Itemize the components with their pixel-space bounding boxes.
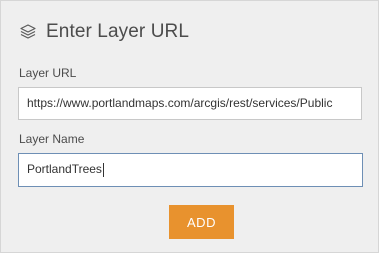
- add-button[interactable]: ADD: [169, 205, 234, 239]
- layer-name-value: PortlandTrees: [27, 162, 102, 176]
- layer-url-label: Layer URL: [19, 66, 77, 80]
- panel-header: Enter Layer URL: [19, 19, 189, 45]
- layer-url-input[interactable]: https://www.portlandmaps.com/arcgis/rest…: [18, 87, 362, 120]
- add-layer-panel: Enter Layer URL Layer URL https://www.po…: [0, 0, 379, 253]
- layer-name-label: Layer Name: [19, 132, 85, 146]
- layer-url-value: https://www.portlandmaps.com/arcgis/rest…: [27, 96, 333, 110]
- layer-name-input[interactable]: PortlandTrees: [18, 153, 363, 187]
- text-caret: [102, 162, 104, 177]
- layers-icon: [19, 23, 37, 41]
- panel-title: Enter Layer URL: [46, 21, 190, 42]
